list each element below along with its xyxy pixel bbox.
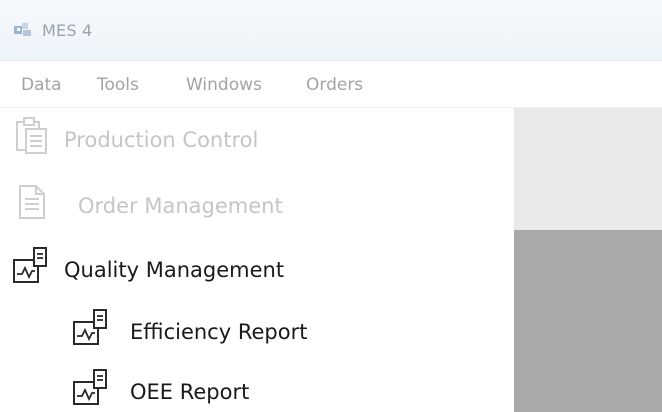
tree-item-label: Order Management bbox=[78, 194, 283, 218]
document-icon bbox=[19, 185, 45, 219]
tree-item-order-management[interactable]: Order Management bbox=[0, 176, 320, 232]
content-panel-body bbox=[514, 230, 662, 412]
clipboard-icon bbox=[16, 117, 47, 154]
menu-orders[interactable]: Orders bbox=[306, 75, 363, 95]
menu-data[interactable]: Data bbox=[21, 75, 62, 95]
menu-bar: Data Tools Windows Orders bbox=[0, 61, 662, 108]
menu-tools[interactable]: Tools bbox=[97, 75, 139, 95]
content-panel bbox=[514, 108, 662, 412]
tree-item-label: Efficiency Report bbox=[130, 320, 308, 344]
tree-item-efficiency-report[interactable]: Efficiency Report bbox=[60, 302, 380, 358]
chart-report-icon bbox=[13, 247, 47, 283]
tree-item-label: Quality Management bbox=[64, 258, 285, 282]
tree-item-oee-report[interactable]: OEE Report bbox=[60, 362, 380, 412]
app-icon bbox=[14, 23, 31, 36]
tree-item-production-control[interactable]: Production Control bbox=[0, 108, 320, 164]
window-title: MES 4 bbox=[42, 21, 93, 40]
tree-item-label: Production Control bbox=[64, 128, 259, 152]
menu-windows[interactable]: Windows bbox=[186, 75, 262, 95]
content-panel-header bbox=[514, 108, 662, 230]
navigation-tree: Production Control Order Management Qual… bbox=[0, 108, 514, 412]
tree-item-quality-management[interactable]: Quality Management bbox=[0, 240, 360, 296]
tree-item-label: OEE Report bbox=[130, 380, 250, 404]
title-bar: MES 4 bbox=[0, 0, 662, 61]
chart-report-icon bbox=[73, 309, 107, 345]
chart-report-icon bbox=[73, 369, 107, 405]
app-window: MES 4 Data Tools Windows Orders Producti… bbox=[0, 0, 662, 412]
